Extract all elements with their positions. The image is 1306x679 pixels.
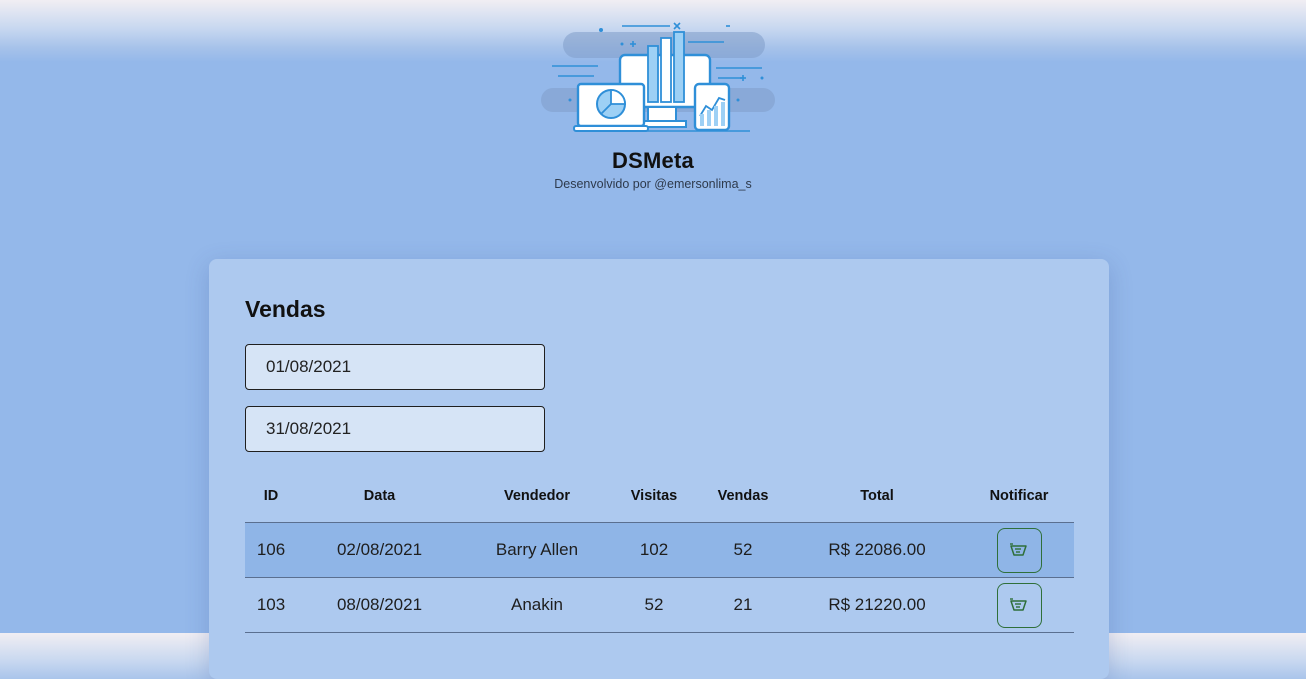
cell-deals: 21 [696, 577, 790, 633]
cell-date: 02/08/2021 [297, 522, 462, 578]
logo-icon [541, 22, 775, 132]
column-header-total: Total [790, 469, 964, 523]
cell-total: R$ 21220.00 [790, 577, 964, 633]
cell-total: R$ 22086.00 [790, 522, 964, 578]
sales-title: Vendas [245, 296, 326, 322]
app-subtitle: Desenvolvido por @emersonlima_s [554, 177, 752, 191]
cell-visits: 52 [612, 577, 696, 633]
cell-visits: 102 [612, 522, 696, 578]
cell-seller: Barry Allen [462, 522, 612, 578]
sales-table: ID Data Vendedor Visitas Vendas Total No… [245, 469, 1074, 633]
column-header-id: ID [245, 469, 297, 523]
cell-id: 103 [245, 577, 297, 633]
notify-button[interactable] [996, 582, 1042, 628]
column-header-visits: Visitas [612, 469, 696, 523]
cell-notify [964, 522, 1074, 578]
table-row: 106 02/08/2021 Barry Allen 102 52 R$ 220… [245, 522, 1074, 578]
header: DSMeta Desenvolvido por @emersonlima_s [0, 0, 1306, 200]
app-title: DSMeta [612, 148, 694, 173]
cell-notify [964, 577, 1074, 633]
send-notification-icon [1010, 543, 1027, 556]
column-header-notify: Notificar [964, 469, 1074, 523]
cell-deals: 52 [696, 522, 790, 578]
column-header-seller: Vendedor [462, 469, 612, 523]
notify-button[interactable] [996, 527, 1042, 573]
sales-card: Vendas ID Data Vendedor Visitas Vendas T… [209, 259, 1109, 679]
cell-date: 08/08/2021 [297, 577, 462, 633]
start-date-input[interactable] [245, 344, 545, 390]
send-notification-icon [1010, 598, 1027, 611]
table-header-row: ID Data Vendedor Visitas Vendas Total No… [245, 469, 1074, 523]
column-header-deals: Vendas [696, 469, 790, 523]
cell-id: 106 [245, 522, 297, 578]
table-row: 103 08/08/2021 Anakin 52 21 R$ 21220.00 [245, 577, 1074, 633]
column-header-date: Data [297, 469, 462, 523]
end-date-input[interactable] [245, 406, 545, 452]
cell-seller: Anakin [462, 577, 612, 633]
